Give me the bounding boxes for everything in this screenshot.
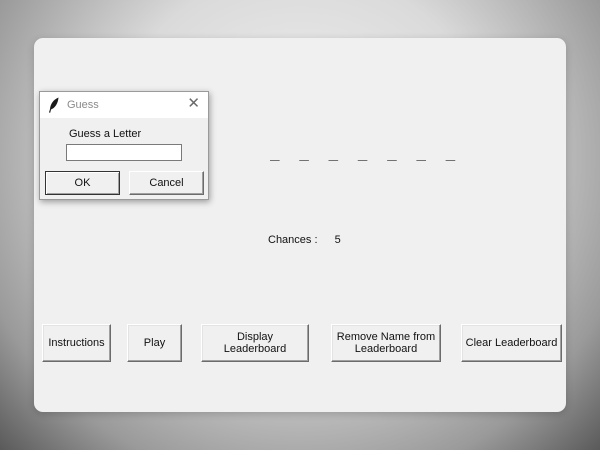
- close-icon[interactable]: ✕: [187, 96, 200, 112]
- clear-leaderboard-button[interactable]: Clear Leaderboard: [461, 324, 562, 362]
- chances-value: 5: [334, 234, 341, 246]
- cancel-button[interactable]: Cancel: [129, 171, 204, 195]
- play-button[interactable]: Play: [127, 324, 182, 362]
- hidden-word-display: _ _ _ _ _ _ _: [270, 142, 461, 161]
- display-leaderboard-button[interactable]: Display Leaderboard: [201, 324, 309, 362]
- guess-prompt-label: Guess a Letter: [69, 128, 142, 140]
- chances-label: Chances :: [268, 234, 318, 246]
- instructions-button[interactable]: Instructions: [42, 324, 111, 362]
- ok-button[interactable]: OK: [45, 171, 120, 195]
- chances-row: Chances : 5: [268, 234, 341, 246]
- guess-dialog: Guess ✕ Guess a Letter OK Cancel: [39, 91, 209, 200]
- remove-name-button[interactable]: Remove Name from Leaderboard: [331, 324, 441, 362]
- feather-icon: [49, 97, 59, 113]
- dialog-titlebar[interactable]: Guess ✕: [40, 92, 208, 118]
- dialog-title: Guess: [67, 99, 99, 111]
- guess-letter-input[interactable]: [66, 144, 182, 161]
